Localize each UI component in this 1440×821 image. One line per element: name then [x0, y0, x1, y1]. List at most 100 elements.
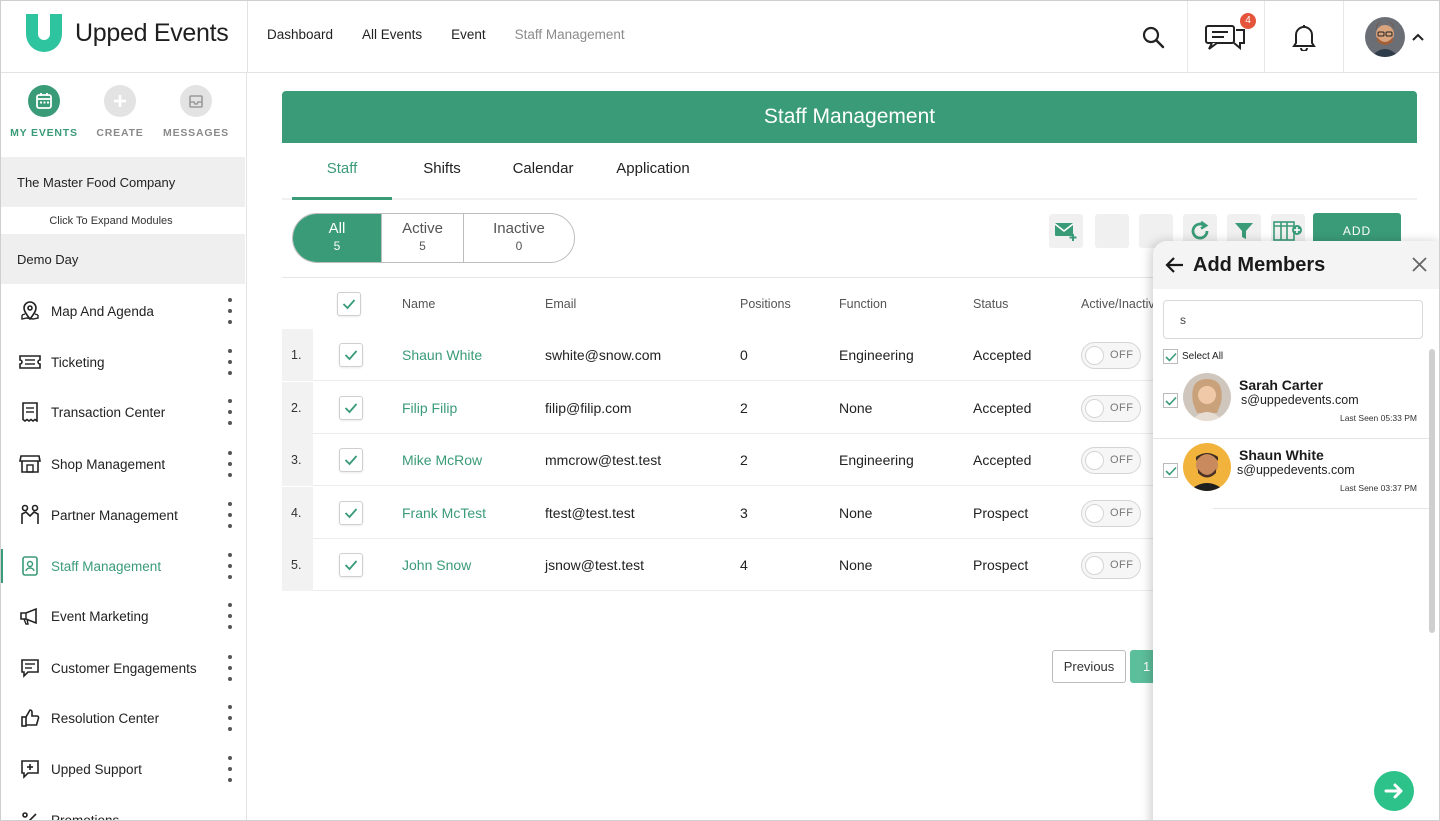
profile-menu[interactable] — [1365, 1, 1437, 73]
back-arrow-icon[interactable] — [1165, 255, 1185, 280]
confirm-add-button[interactable] — [1374, 771, 1414, 811]
sidebar-item-staff-management[interactable]: Staff Management — [1, 541, 245, 591]
row-checkbox[interactable] — [339, 553, 363, 577]
active-toggle[interactable]: OFF — [1081, 395, 1141, 422]
staff-email: mmcrow@test.test — [545, 452, 662, 468]
messages-button[interactable]: 4 — [1188, 1, 1264, 73]
active-toggle[interactable]: OFF — [1081, 342, 1141, 369]
more-options-icon[interactable] — [227, 705, 233, 731]
more-options-icon[interactable] — [227, 655, 233, 681]
nav-all-events[interactable]: All Events — [362, 27, 422, 42]
staff-positions: 2 — [740, 400, 748, 416]
more-options-icon[interactable] — [227, 298, 233, 324]
sidebar-item-transaction-center[interactable]: Transaction Center — [1, 387, 245, 437]
staff-name-link[interactable]: Frank McTest — [402, 505, 486, 521]
sidebar-item-ticketing[interactable]: Ticketing — [1, 337, 245, 387]
filter-inactive[interactable]: Inactive 0 — [464, 214, 574, 262]
tab-application[interactable]: Application — [604, 143, 702, 200]
check-icon — [344, 560, 358, 571]
member-checkbox[interactable] — [1163, 463, 1178, 478]
active-toggle[interactable]: OFF — [1081, 552, 1141, 579]
invite-email-button[interactable] — [1049, 214, 1083, 248]
sidebar-item-promotions[interactable]: Promotions — [1, 795, 245, 820]
sidebar-item-map-and-agenda[interactable]: Map And Agenda — [1, 286, 245, 336]
notifications-button[interactable] — [1265, 1, 1343, 73]
tab-staff[interactable]: Staff — [292, 143, 392, 200]
sidebar-item-customer-engagements[interactable]: Customer Engagements — [1, 643, 245, 693]
more-options-icon[interactable] — [227, 349, 233, 375]
member-item[interactable]: Shaun White s@uppedevents.com Last Sene … — [1163, 439, 1429, 509]
more-options-icon[interactable] — [227, 756, 233, 782]
column-header[interactable]: Status — [973, 297, 1008, 311]
close-icon[interactable] — [1412, 257, 1427, 277]
staff-name-link[interactable]: John Snow — [402, 557, 471, 573]
column-header[interactable]: Positions — [740, 297, 791, 311]
staff-name-link[interactable]: Shaun White — [402, 347, 482, 363]
select-all-checkbox[interactable] — [1163, 349, 1178, 364]
organization-row[interactable]: The Master Food Company — [1, 157, 245, 207]
table-row[interactable]: 1. Shaun White swhite@snow.com 0 Enginee… — [282, 329, 1182, 381]
column-header[interactable]: Email — [545, 297, 576, 311]
mode-my-events[interactable]: MY EVENTS — [6, 85, 82, 139]
active-toggle[interactable]: OFF — [1081, 500, 1141, 527]
sidebar-item-partner-management[interactable]: Partner Management — [1, 490, 245, 540]
row-number: 2. — [282, 382, 313, 434]
staff-email: jsnow@test.test — [545, 557, 645, 573]
search-button[interactable] — [1121, 1, 1185, 73]
nav-event[interactable]: Event — [451, 27, 486, 42]
more-options-icon[interactable] — [227, 399, 233, 425]
more-options-icon[interactable] — [227, 603, 233, 629]
filter-label: All — [328, 220, 346, 237]
member-checkbox[interactable] — [1163, 393, 1178, 408]
column-header[interactable]: Active/Inactive — [1081, 297, 1162, 311]
staff-name-link[interactable]: Filip Filip — [402, 400, 457, 416]
funnel-icon — [1235, 223, 1253, 239]
member-search-input[interactable] — [1163, 300, 1423, 339]
filter-all[interactable]: All 5 — [293, 214, 382, 262]
active-toggle[interactable]: OFF — [1081, 447, 1141, 474]
select-all-checkbox[interactable] — [337, 292, 361, 316]
more-options-icon[interactable] — [227, 502, 233, 528]
sidebar-item-event-marketing[interactable]: Event Marketing — [1, 591, 245, 641]
expand-modules-link[interactable]: Click To Expand Modules — [1, 209, 245, 234]
mail-add-icon — [1054, 223, 1077, 241]
row-checkbox[interactable] — [339, 396, 363, 420]
table-row[interactable]: 2. Filip Filip filip@filip.com 2 None Ac… — [282, 382, 1182, 434]
table-header: Name Email Positions Function Status Act… — [282, 279, 1182, 329]
support-icon — [19, 758, 41, 780]
mode-create[interactable]: CREATE — [82, 85, 158, 139]
tab-calendar[interactable]: Calendar — [498, 143, 588, 200]
staff-function: None — [839, 557, 873, 573]
column-header[interactable]: Function — [839, 297, 887, 311]
mode-label: MY EVENTS — [10, 127, 78, 139]
sidebar-item-shop-management[interactable]: Shop Management — [1, 439, 245, 489]
previous-page-button[interactable]: Previous — [1052, 650, 1126, 683]
tab-shifts[interactable]: Shifts — [398, 143, 486, 200]
more-options-icon[interactable] — [227, 553, 233, 579]
panel-scrollbar[interactable] — [1429, 349, 1435, 633]
sidebar-item-label: Resolution Center — [51, 710, 160, 726]
sidebar-item-upped-support[interactable]: Upped Support — [1, 744, 245, 794]
staff-function: Engineering — [839, 347, 914, 363]
nav-dashboard[interactable]: Dashboard — [267, 27, 333, 42]
mode-messages[interactable]: MESSAGES — [158, 85, 234, 139]
toolbar-blank-button[interactable] — [1095, 214, 1129, 248]
tab-bar: Staff Shifts Calendar Application — [282, 143, 1417, 200]
mode-label: CREATE — [96, 127, 144, 139]
filter-active[interactable]: Active 5 — [382, 214, 464, 262]
more-options-icon[interactable] — [227, 451, 233, 477]
row-checkbox[interactable] — [339, 501, 363, 525]
row-checkbox[interactable] — [339, 448, 363, 472]
sidebar-item-resolution-center[interactable]: Resolution Center — [1, 693, 245, 743]
row-checkbox[interactable] — [339, 343, 363, 367]
table-row[interactable]: 3. Mike McRow mmcrow@test.test 2 Enginee… — [282, 434, 1182, 486]
staff-name-link[interactable]: Mike McRow — [402, 452, 482, 468]
sidebar-item-label: Upped Support — [51, 761, 142, 777]
column-header[interactable]: Name — [402, 297, 435, 311]
member-item[interactable]: Sarah Carter s@uppedevents.com Last Seen… — [1153, 369, 1429, 439]
brand-logo[interactable]: Upped Events — [23, 11, 229, 55]
event-row[interactable]: Demo Day — [1, 234, 245, 284]
select-all-row[interactable]: Select All — [1163, 349, 1223, 364]
table-row[interactable]: 4. Frank McTest ftest@test.test 3 None P… — [282, 487, 1182, 539]
table-row[interactable]: 5. John Snow jsnow@test.test 4 None Pros… — [282, 539, 1182, 591]
